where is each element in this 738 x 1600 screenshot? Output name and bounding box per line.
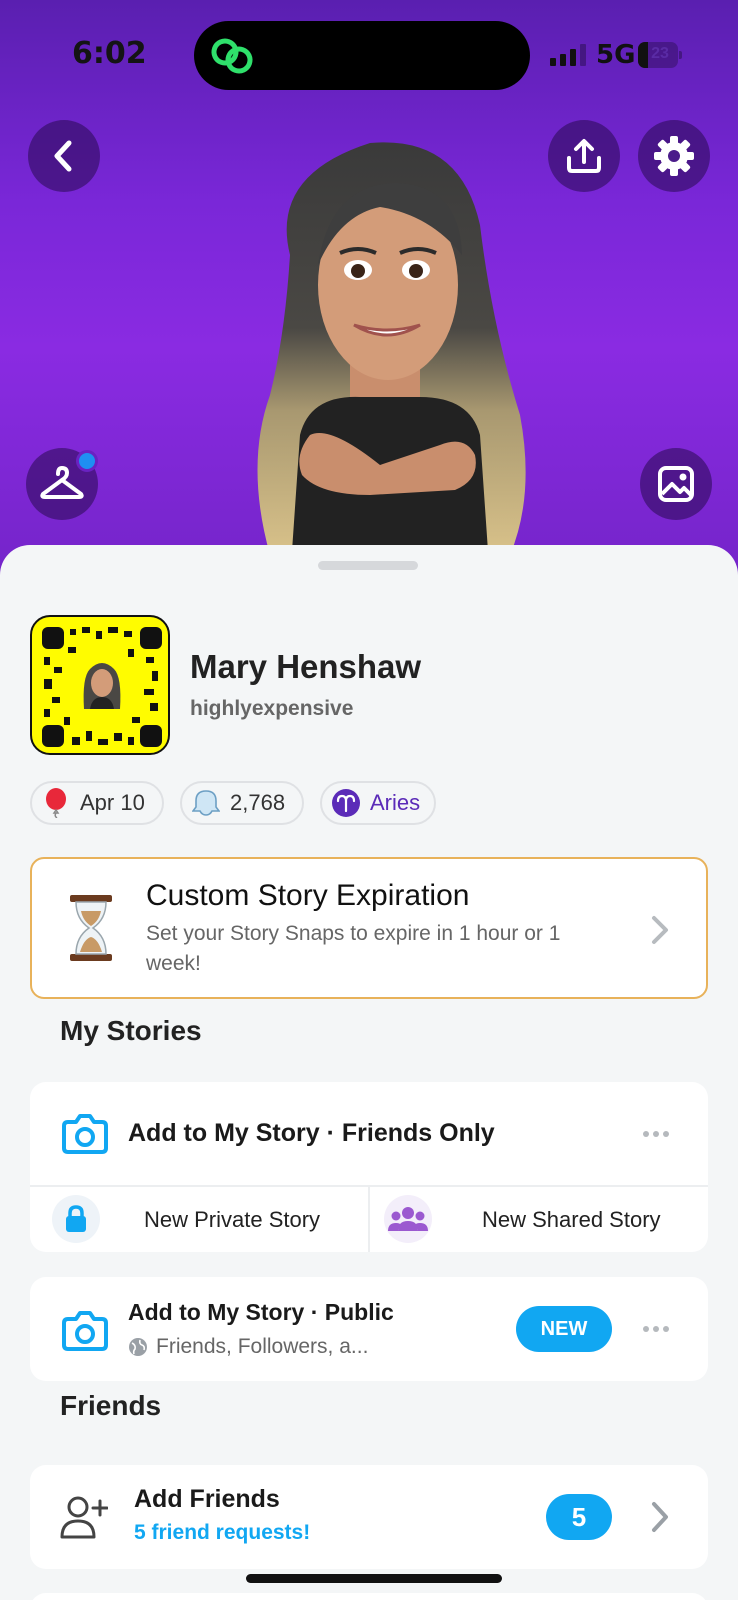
sheet-grabber[interactable] [318,561,418,570]
snap-score-chip[interactable]: 2,768 [180,781,304,825]
share-icon [567,139,601,173]
friends-only-label: Add to My Story · Friends Only [128,1119,495,1147]
my-story-public-card[interactable]: Add to My Story · Public Friends, Follow… [30,1277,708,1381]
link-icon [211,38,253,74]
aries-icon [332,789,360,817]
back-icon [54,140,72,172]
dynamic-island [194,21,530,90]
friend-requests-text: 5 friend requests! [134,1521,311,1544]
friend-request-count: 5 [546,1494,612,1540]
snap-score-text: 2,768 [230,790,286,815]
friends-heading: Friends [60,1390,162,1421]
photo-icon [658,466,694,502]
balloon-icon [42,788,70,818]
add-friends-label: Add Friends [134,1485,280,1513]
add-friends-card[interactable]: Add Friends 5 friend requests! 5 [30,1465,708,1569]
public-audience-text: Friends, Followers, a... [156,1335,369,1358]
back-button[interactable] [28,120,100,192]
lock-icon [52,1195,100,1243]
snapcode[interactable] [30,615,170,755]
new-private-story-label: New Private Story [144,1207,321,1232]
hanger-icon [40,466,84,499]
profile-hero: 6:02 5G 23 [0,0,738,580]
new-shared-story-label: New Shared Story [482,1207,661,1232]
zodiac-text: Aries [370,790,421,815]
new-private-story-button[interactable]: New Private Story [30,1187,368,1252]
new-shared-story-button[interactable]: New Shared Story [370,1187,708,1252]
bitmoji-avatar [257,142,526,580]
more-icon[interactable] [642,1130,670,1138]
birthday-chip[interactable]: Apr 10 [30,781,164,825]
battery-level: 23 [651,45,669,62]
battery-icon: 23 [638,42,682,68]
settings-button[interactable] [638,120,710,192]
display-name: Mary Henshaw [190,648,422,685]
public-audience: Friends, Followers, a... [128,1335,368,1359]
home-indicator[interactable] [246,1574,502,1583]
network-type: 5G [596,40,636,70]
public-story-label: Add to My Story · Public [128,1299,394,1325]
username[interactable]: highlyexpensive [190,697,353,721]
outfit-button[interactable] [26,448,98,520]
promo-title: Custom Story Expiration [146,879,470,912]
status-time: 6:02 [72,36,147,71]
add-friend-icon [60,1496,108,1539]
status-bar: 6:02 5G 23 [0,0,738,110]
story-expiration-promo[interactable]: Custom Story Expiration Set your Story S… [30,857,708,999]
group-icon [384,1195,432,1243]
more-icon[interactable] [642,1325,670,1333]
snapcode-image [42,627,162,747]
camera-icon [62,1114,108,1154]
settings-icon [654,136,694,176]
chevron-right-icon [652,916,668,944]
promo-subtitle: Set your Story Snaps to expire in 1 hour… [146,922,561,975]
chevron-right-icon [652,1502,668,1532]
my-story-friends-card: Add to My Story · Friends Only New Priva… [30,1082,708,1252]
profile-sheet: Mary Henshaw highlyexpensive Apr 10 2,76… [0,545,738,1600]
add-to-story-friends-row[interactable]: Add to My Story · Friends Only [30,1082,708,1185]
share-button[interactable] [548,120,620,192]
notification-dot [76,450,98,472]
camera-icon [62,1311,108,1351]
hourglass-icon [70,895,112,961]
globe-icon [129,1338,147,1356]
next-card-peek [30,1593,708,1600]
zodiac-chip[interactable]: Aries [320,781,436,825]
signal-icon [550,44,586,66]
photo-button[interactable] [640,448,712,520]
my-stories-heading: My Stories [60,1015,202,1046]
ghost-icon [192,789,220,817]
birthday-text: Apr 10 [80,790,145,815]
new-badge: NEW [516,1306,612,1352]
